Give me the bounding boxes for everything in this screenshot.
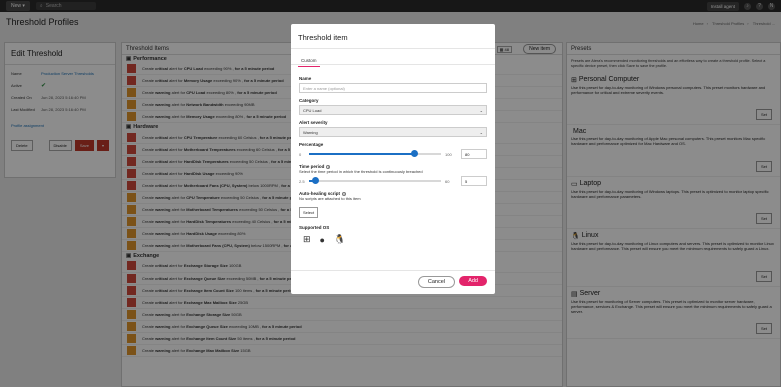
severity-value: Warning — [303, 129, 318, 135]
time-period-slider[interactable] — [309, 177, 441, 184]
slider-handle[interactable] — [411, 150, 419, 157]
dialog-footer: Cancel Add — [291, 270, 495, 294]
apple-icon: ● — [319, 234, 325, 245]
category-select[interactable]: CPU Load ⌄ — [299, 105, 487, 115]
supported-os-list: ⊞ ● 🐧 — [291, 234, 495, 245]
linux-icon: 🐧 — [333, 234, 346, 244]
name-label: Name — [299, 76, 312, 81]
time-period-description: Select the time period in which the thre… — [299, 169, 423, 174]
category-value: CPU Load — [303, 107, 322, 113]
cancel-button[interactable]: Cancel — [417, 276, 455, 288]
dialog-title: Threshold item — [291, 24, 495, 49]
auto-healing-description: No scripts are attached to this item — [299, 196, 361, 201]
percentage-min: 0 — [299, 151, 302, 157]
add-button[interactable]: Add — [459, 276, 487, 286]
tab-custom[interactable]: Custom — [298, 52, 320, 67]
time-period-input[interactable]: 5 — [461, 176, 487, 186]
name-field[interactable]: Enter a name (optional) — [299, 83, 487, 93]
time-min: 2.5 — [299, 178, 305, 184]
percentage-input[interactable]: 80 — [461, 149, 487, 159]
select-script-button[interactable]: Select — [299, 207, 319, 218]
chevron-down-icon: ⌄ — [479, 107, 483, 113]
category-label: Category — [299, 98, 319, 103]
dialog-tabs: Custom — [291, 49, 495, 67]
slider-fill — [309, 153, 415, 155]
time-max: 60 — [445, 178, 450, 184]
windows-icon: ⊞ — [303, 234, 311, 244]
severity-label: Alert severity — [299, 120, 328, 125]
percentage-slider[interactable] — [309, 150, 441, 157]
percentage-label: Percentage — [299, 142, 324, 147]
time-period-row: 2.5 60 5 — [291, 176, 495, 186]
supported-os-label: Supported OS — [299, 225, 330, 230]
percentage-max: 100 — [445, 151, 452, 157]
chevron-down-icon: ⌄ — [479, 129, 483, 135]
slider-handle[interactable] — [312, 177, 320, 184]
percentage-row: 0 100 80 — [291, 149, 495, 159]
severity-select[interactable]: Warning ⌄ — [299, 127, 487, 137]
threshold-item-dialog: Threshold item Custom Name Enter a name … — [291, 24, 495, 294]
